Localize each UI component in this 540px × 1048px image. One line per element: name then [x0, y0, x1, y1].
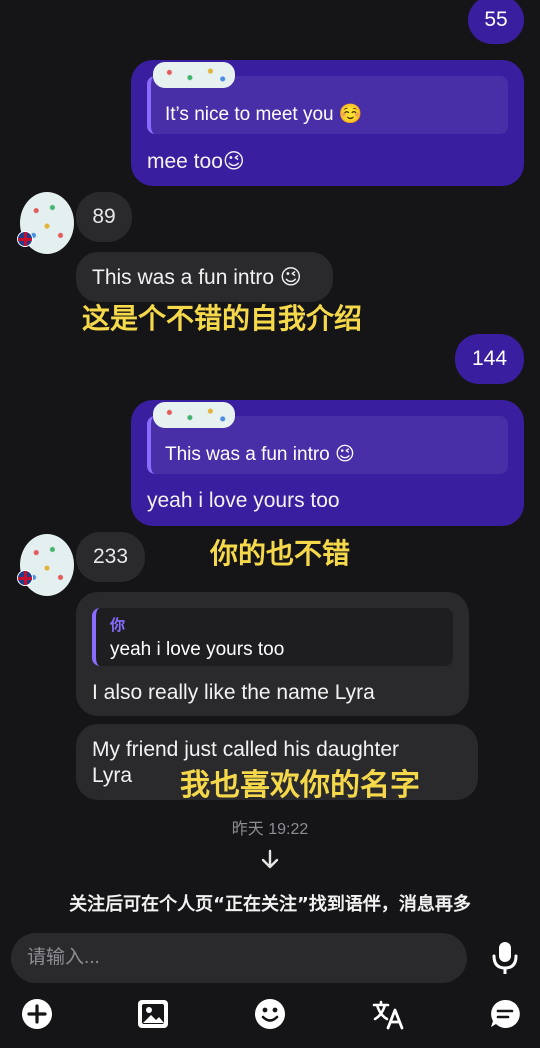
quoted-author: 你 — [110, 617, 126, 634]
quoted-message[interactable]: It’s nice to meet you ☺️ — [147, 62, 508, 134]
message-input[interactable] — [11, 933, 467, 983]
message-input-container — [11, 933, 467, 983]
message-text-line2: Lyra — [92, 764, 133, 787]
message-count-badge: 233 — [76, 532, 145, 582]
translation-caption: 这是个不错的自我介绍 — [82, 302, 363, 335]
translation-caption: 我也喜欢你的名字 — [180, 768, 420, 803]
message-text: mee too😉 — [147, 150, 245, 173]
translation-caption: 你的也不错 — [210, 537, 351, 570]
quoted-message[interactable]: 你 yeah i love yours too — [92, 608, 453, 666]
uk-flag-icon — [17, 570, 33, 586]
message-text: I also really like the name Lyra — [92, 681, 375, 704]
emoji-icon[interactable] — [253, 997, 287, 1031]
add-icon[interactable] — [20, 997, 54, 1031]
incoming-message[interactable]: This was a fun intro 😉 — [76, 252, 333, 302]
message-timestamp: 昨天 19:22 — [231, 821, 309, 838]
quoted-author-avatar — [153, 62, 235, 88]
message-count-text: 55 — [484, 8, 508, 31]
message-count-badge: 89 — [76, 192, 132, 242]
quoted-text: It’s nice to meet you ☺️ — [165, 104, 363, 125]
quoted-message[interactable]: This was a fun intro 😉 — [147, 402, 508, 474]
message-count-badge: 144 — [455, 334, 524, 384]
follow-notice: 关注后可在个人页“正在关注”找到语伴，消息再多 — [69, 894, 471, 915]
chat-icon[interactable] — [488, 997, 522, 1031]
microphone-icon[interactable] — [490, 940, 520, 976]
translate-icon[interactable] — [371, 997, 405, 1031]
scroll-down-icon[interactable] — [258, 848, 282, 872]
message-count-text: 233 — [92, 545, 129, 568]
incoming-message[interactable]: 你 yeah i love yours too I also really li… — [76, 592, 469, 716]
message-text-line1: My friend just called his daughter — [92, 738, 399, 761]
image-icon[interactable] — [136, 997, 170, 1031]
uk-flag-icon — [17, 231, 33, 247]
outgoing-message[interactable]: This was a fun intro 😉 yeah i love yours… — [131, 400, 524, 526]
message-text: yeah i love yours too — [147, 489, 340, 512]
message-count-badge: 55 — [468, 0, 524, 44]
message-count-text: 89 — [92, 205, 116, 228]
contact-avatar[interactable] — [20, 534, 74, 596]
message-count-text: 144 — [471, 347, 508, 370]
quoted-text: yeah i love yours too — [110, 639, 285, 660]
message-text: This was a fun intro 😉 — [92, 266, 302, 289]
outgoing-message[interactable]: It’s nice to meet you ☺️ mee too😉 — [131, 60, 524, 186]
quoted-text: This was a fun intro 😉 — [165, 444, 355, 465]
quoted-author-avatar — [153, 402, 235, 428]
